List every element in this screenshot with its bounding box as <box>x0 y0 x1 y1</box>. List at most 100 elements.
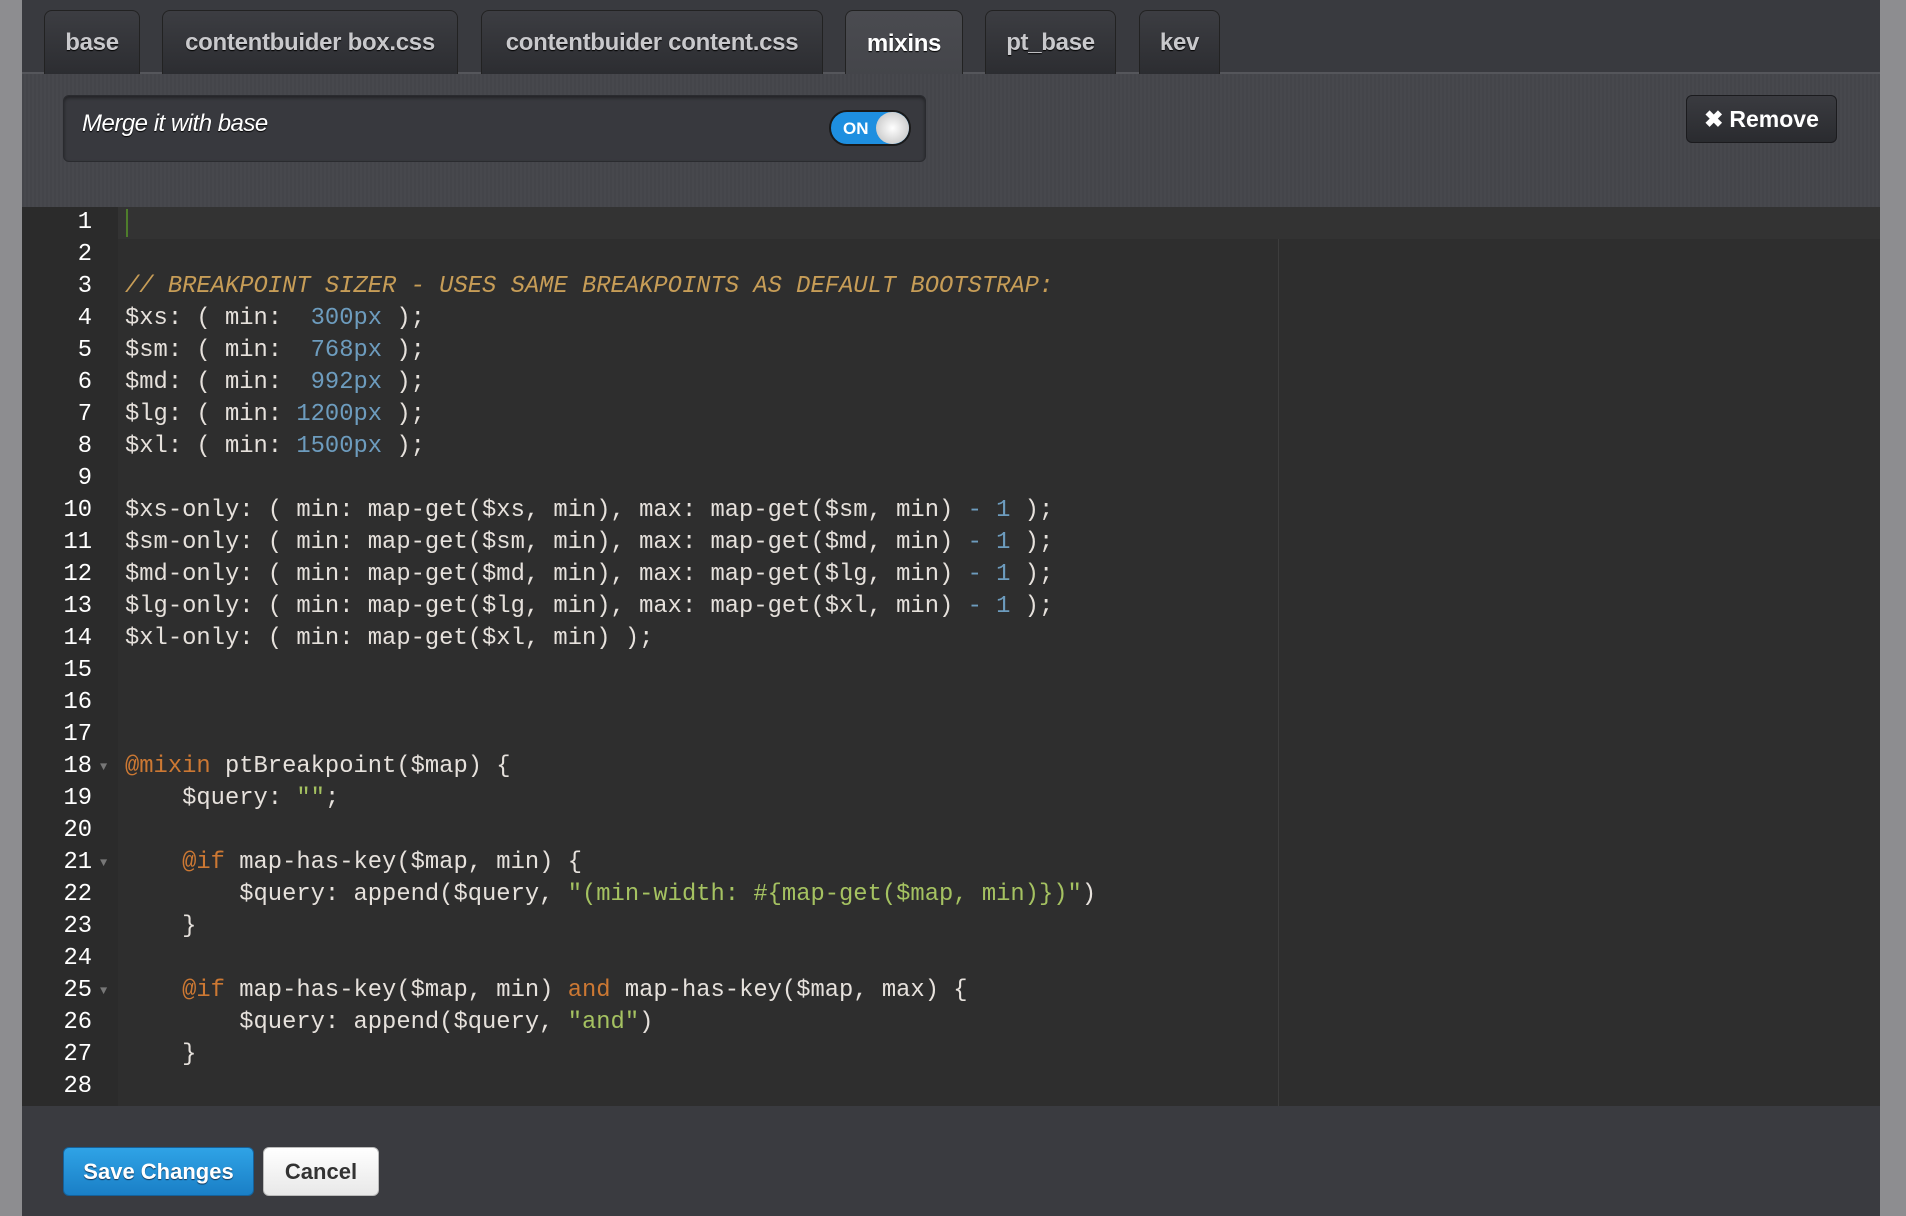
code-token-text: $sm-only: ( min: map-get($sm, min), max:… <box>125 529 968 556</box>
code-token-num: 992px <box>310 369 383 396</box>
line-number: 17 <box>63 721 92 748</box>
code-editor[interactable]: 1 2 3// BREAKPOINT SIZER - USES SAME BREAK… <box>22 207 1880 1106</box>
code-token-text: ptBreakpoint($map) { <box>210 753 511 780</box>
line-number: 18 <box>63 753 92 780</box>
code-token-text: ); <box>382 369 425 396</box>
code-token-num: 1200px <box>296 401 383 428</box>
code-text: // BREAKPOINT SIZER - USES SAME BREAKPOI… <box>125 271 1053 303</box>
line-number: 5 <box>77 337 92 364</box>
code-token-text: ); <box>1010 529 1054 556</box>
line-number: 20 <box>63 817 92 844</box>
code-token-text: ); <box>1010 593 1054 620</box>
code-line: 19 $query: ""; <box>22 783 1880 815</box>
code-line: 11 $sm-only: ( min: map-get($sm, min), ma… <box>22 527 1880 559</box>
merge-label: Merge it with base <box>82 110 268 137</box>
code-text: } <box>125 911 196 943</box>
line-number: 16 <box>63 689 92 716</box>
tab-mixins[interactable]: mixins <box>845 10 963 76</box>
code-line: 28 <box>22 1071 1880 1103</box>
fold-arrow-icon[interactable]: ▼ <box>100 751 107 783</box>
code-text: $query: append($query, "and") <box>125 1007 653 1039</box>
line-number: 14 <box>63 625 92 652</box>
code-token-text: $md: ( min: <box>125 369 311 396</box>
code-token-kw: and <box>567 977 611 1004</box>
line-number: 3 <box>77 273 92 300</box>
code-token-kw: @if <box>182 977 225 1004</box>
code-text: } <box>125 1039 196 1071</box>
code-token-num: 1500px <box>296 433 383 460</box>
code-line: 22 $query: append($query, "(min-width: #… <box>22 879 1880 911</box>
code-token-num: 1 <box>996 497 1011 524</box>
code-token-text: ); <box>382 433 425 460</box>
options-panel: Merge it with base ON ✖ Remove <box>22 74 1880 207</box>
code-text: $md: ( min: 992px ); <box>125 367 425 399</box>
code-text: $sm: ( min: 768px ); <box>125 335 425 367</box>
code-line: 17 <box>22 719 1880 751</box>
editor-window: base contentbuider box.css contentbuider… <box>22 0 1880 1216</box>
code-line: 6 $md: ( min: 992px ); <box>22 367 1880 399</box>
code-token-text: $query: append($query, <box>125 881 568 908</box>
merge-option: Merge it with base ON <box>63 95 926 162</box>
code-text: $lg: ( min: 1200px ); <box>125 399 425 431</box>
line-number: 6 <box>77 369 92 396</box>
line-number: 10 <box>63 497 92 524</box>
code-line: 10 $xs-only: ( min: map-get($xs, min), ma… <box>22 495 1880 527</box>
code-token-text: } <box>125 913 197 940</box>
line-number: 21 <box>63 849 92 876</box>
code-token-num: 1 <box>996 529 1011 556</box>
tab-bar: base contentbuider box.css contentbuider… <box>22 0 1880 76</box>
code-text: $lg-only: ( min: map-get($lg, min), max:… <box>125 591 1053 623</box>
code-line: 15 <box>22 655 1880 687</box>
code-line: 12 $md-only: ( min: map-get($md, min), ma… <box>22 559 1880 591</box>
toggle-knob <box>876 112 909 144</box>
tab-contentbuider-box-css[interactable]: contentbuider box.css <box>162 10 458 74</box>
x-icon: ✖ <box>1704 105 1724 132</box>
code-token-text: map-has-key($map, min) { <box>224 849 582 876</box>
code-token-op: - <box>967 529 982 556</box>
code-line: 13 $lg-only: ( min: map-get($lg, min), ma… <box>22 591 1880 623</box>
code-token-str: "and" <box>567 1009 640 1036</box>
code-token-text: ); <box>1010 561 1054 588</box>
code-line: 4 $xs: ( min: 300px ); <box>22 303 1880 335</box>
line-number: 13 <box>63 593 92 620</box>
code-line: 9 <box>22 463 1880 495</box>
remove-label: Remove <box>1729 105 1819 132</box>
code-text: @if map-has-key($map, min) { <box>125 847 582 879</box>
fold-arrow-icon[interactable]: ▼ <box>100 975 107 1007</box>
code-text: $sm-only: ( min: map-get($sm, min), max:… <box>125 527 1053 559</box>
line-number: 19 <box>63 785 92 812</box>
code-line: 2 <box>22 239 1880 271</box>
code-text: @mixin ptBreakpoint($map) { <box>125 751 511 783</box>
code-line: 3 // BREAKPOINT SIZER - USES SAME BREAKPO… <box>22 271 1880 303</box>
code-text: $xl-only: ( min: map-get($xl, min) ); <box>125 623 653 655</box>
code-token-op: - <box>967 497 982 524</box>
code-line: 8 $xl: ( min: 1500px ); <box>22 431 1880 463</box>
code-line: 1 <box>22 207 1880 239</box>
code-line: 27 } <box>22 1039 1880 1071</box>
tab-contentbuider-content-css[interactable]: contentbuider content.css <box>481 10 823 74</box>
code-token-text: $sm: ( min: <box>125 337 311 364</box>
line-number: 9 <box>77 465 92 492</box>
code-token-text: ); <box>1010 497 1054 524</box>
code-token-kw: @if <box>182 849 225 876</box>
tab-pt-base[interactable]: pt_base <box>985 10 1116 74</box>
save-changes-button[interactable]: Save Changes <box>63 1147 254 1196</box>
code-token-str: "(min-width: #{map-get($map, min)})" <box>567 881 1082 908</box>
tab-kev[interactable]: kev <box>1139 10 1220 74</box>
code-text: $query: append($query, "(min-width: #{ma… <box>125 879 1096 911</box>
code-token-text: map-has-key($map, max) { <box>610 977 968 1004</box>
line-number: 25 <box>63 977 92 1004</box>
fold-arrow-icon[interactable]: ▼ <box>100 847 107 879</box>
code-token-text: ) <box>1081 881 1097 908</box>
merge-toggle[interactable]: ON <box>829 110 911 146</box>
cancel-button[interactable]: Cancel <box>263 1147 379 1196</box>
tab-base[interactable]: base <box>44 10 140 74</box>
remove-button[interactable]: ✖ Remove <box>1686 95 1837 143</box>
footer: Save Changes Cancel <box>22 1106 1880 1216</box>
line-number: 28 <box>63 1073 92 1100</box>
